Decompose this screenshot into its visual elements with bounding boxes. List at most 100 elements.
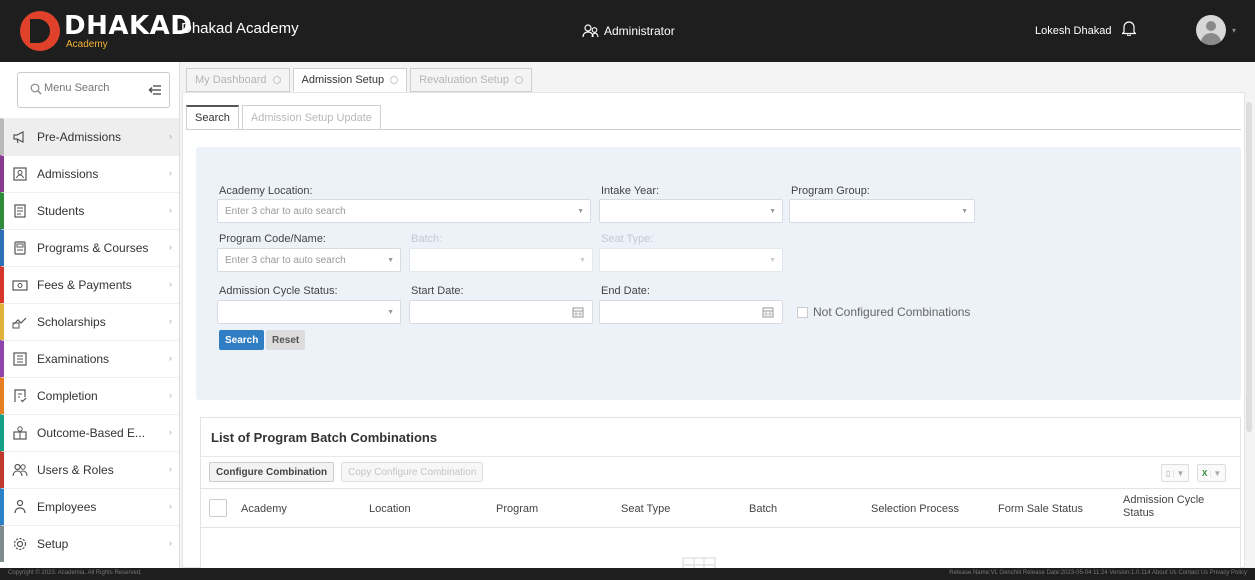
column-chooser-button[interactable]: ▯ | ▼ bbox=[1161, 464, 1190, 482]
column-header[interactable]: Seat Type bbox=[621, 503, 670, 515]
start-date-field[interactable] bbox=[409, 300, 593, 324]
program-code-field[interactable]: Enter 3 char to auto search ▼ bbox=[217, 248, 401, 272]
subtab-admission-setup-update[interactable]: Admission Setup Update bbox=[241, 105, 381, 130]
sidebar-item-label: Users & Roles bbox=[37, 463, 114, 477]
column-header[interactable]: Form Sale Status bbox=[998, 503, 1083, 515]
copyright: Copyright © 2023. Academia. All Rights R… bbox=[8, 570, 142, 576]
batch-select[interactable]: ▼ bbox=[409, 248, 593, 272]
checkbox-box[interactable] bbox=[797, 306, 808, 318]
user-name[interactable]: Lokesh Dhakad bbox=[1035, 25, 1111, 37]
role-switcher[interactable]: Administrator bbox=[582, 24, 675, 38]
calendar-icon[interactable] bbox=[762, 306, 774, 321]
calendar-icon[interactable] bbox=[572, 306, 584, 321]
subtab-search[interactable]: Search bbox=[186, 105, 239, 130]
sidebar-item-admission[interactable]: Admissions › bbox=[0, 155, 179, 192]
chevron-right-icon: › bbox=[169, 353, 172, 363]
completion-icon bbox=[10, 388, 30, 404]
employees-icon bbox=[10, 499, 30, 515]
end-date-field[interactable] bbox=[599, 300, 783, 324]
not-configured-checkbox[interactable]: Not Configured Combinations bbox=[797, 305, 970, 319]
logo[interactable]: DHAKAD Academy bbox=[20, 8, 192, 54]
tab-label: My Dashboard bbox=[195, 74, 267, 86]
sidebar-item-megaphone[interactable]: Pre-Admissions › bbox=[0, 118, 179, 155]
chevron-right-icon: › bbox=[169, 427, 172, 437]
chevron-right-icon: › bbox=[169, 464, 172, 474]
sidebar-item-label: Scholarships bbox=[37, 315, 106, 329]
scrollbar-thumb[interactable] bbox=[1246, 102, 1252, 432]
sidebar-item-program[interactable]: Programs & Courses › bbox=[0, 229, 179, 266]
chevron-down-icon: ▼ bbox=[1176, 468, 1185, 478]
chevron-down-icon: ▼ bbox=[577, 208, 584, 215]
list-title: List of Program Batch Combinations bbox=[211, 430, 438, 445]
logo-word: DHAKAD bbox=[64, 10, 193, 41]
sidebar-item-setup[interactable]: Setup › bbox=[0, 525, 179, 562]
sub-tabs: Search Admission Setup Update bbox=[186, 105, 384, 130]
start-date-label: Start Date: bbox=[411, 285, 464, 297]
intake-year-label: Intake Year: bbox=[601, 185, 660, 197]
column-header[interactable]: Program bbox=[496, 503, 538, 515]
academy-location-field[interactable]: Enter 3 char to auto search ▼ bbox=[217, 199, 591, 223]
chevron-down-icon: ▼ bbox=[387, 309, 394, 316]
select-all-checkbox[interactable] bbox=[209, 499, 227, 517]
chevron-right-icon: › bbox=[169, 205, 172, 215]
chevron-down-icon[interactable]: ▾ bbox=[1232, 26, 1236, 35]
seat-type-select[interactable]: ▼ bbox=[599, 248, 783, 272]
close-tab-icon[interactable] bbox=[390, 76, 399, 84]
exam-icon bbox=[10, 351, 30, 367]
tab-revaluation-setup[interactable]: Revaluation Setup bbox=[410, 68, 532, 92]
column-header[interactable]: Batch bbox=[749, 503, 777, 515]
column-header[interactable]: Admission Cycle Status bbox=[1123, 494, 1223, 520]
columns-icon: ▯ bbox=[1166, 468, 1171, 478]
program-group-select[interactable]: ▼ bbox=[789, 199, 975, 223]
column-header[interactable]: Location bbox=[369, 503, 411, 515]
sidebar-item-completion[interactable]: Completion › bbox=[0, 377, 179, 414]
configure-combination-button[interactable]: Configure Combination bbox=[209, 462, 335, 482]
menu-search-input[interactable] bbox=[44, 82, 140, 94]
sidebar-item-employees[interactable]: Employees › bbox=[0, 488, 179, 525]
column-header[interactable]: Selection Process bbox=[871, 503, 959, 515]
search-icon bbox=[30, 83, 42, 98]
table-header: Academy Location Program Seat Type Batch… bbox=[201, 488, 1240, 528]
chevron-right-icon: › bbox=[169, 242, 172, 252]
copy-configure-combination-button[interactable]: Copy Configure Combination bbox=[341, 462, 484, 482]
excel-icon: X bbox=[1202, 468, 1208, 478]
sidebar-item-label: Examinations bbox=[37, 352, 110, 366]
intake-year-select[interactable]: ▼ bbox=[599, 199, 783, 223]
scrollbar[interactable] bbox=[1245, 102, 1253, 568]
collapse-menu-icon[interactable] bbox=[148, 83, 162, 100]
megaphone-icon bbox=[10, 129, 30, 145]
bell-icon[interactable] bbox=[1121, 20, 1137, 39]
chevron-down-icon: ▼ bbox=[769, 257, 776, 264]
sidebar-item-label: Programs & Courses bbox=[37, 241, 149, 255]
sidebar-item-label: Fees & Payments bbox=[37, 278, 132, 292]
sidebar-item-label: Employees bbox=[37, 500, 97, 514]
admission-icon bbox=[10, 166, 30, 182]
avatar[interactable] bbox=[1196, 15, 1226, 45]
batch-label: Batch: bbox=[411, 233, 443, 245]
logo-subtitle: Academy bbox=[66, 38, 108, 50]
sidebar-item-label: Students bbox=[37, 204, 85, 218]
sidebar-nav: Pre-Admissions › Admissions › Students › Progr… bbox=[0, 118, 179, 562]
sidebar-item-scholarship[interactable]: Scholarships › bbox=[0, 303, 179, 340]
sidebar-item-outcome[interactable]: Outcome-Based E... › bbox=[0, 414, 179, 451]
sidebar-item-payment[interactable]: Fees & Payments › bbox=[0, 266, 179, 303]
close-tab-icon[interactable] bbox=[272, 76, 281, 84]
sidebar-item-student[interactable]: Students › bbox=[0, 192, 179, 229]
tab-my-dashboard[interactable]: My Dashboard bbox=[186, 68, 290, 92]
search-button[interactable]: Search bbox=[219, 330, 265, 350]
sidebar-item-exam[interactable]: Examinations › bbox=[0, 340, 179, 377]
cycle-status-select[interactable]: ▼ bbox=[217, 300, 401, 324]
column-header[interactable]: Academy bbox=[241, 503, 287, 515]
sidebar-item-label: Outcome-Based E... bbox=[37, 426, 146, 440]
academy-location-placeholder: Enter 3 char to auto search bbox=[225, 205, 346, 217]
release-info: Release Name:VL Genchill Release Date:20… bbox=[949, 570, 1247, 576]
chevron-right-icon: › bbox=[169, 538, 172, 548]
top-bar: DHAKAD Academy Dhakad Academy Administra… bbox=[0, 0, 1255, 62]
seat-type-label: Seat Type: bbox=[601, 233, 654, 245]
reset-button[interactable]: Reset bbox=[266, 330, 306, 350]
setup-icon bbox=[10, 536, 30, 552]
export-excel-button[interactable]: X | ▼ bbox=[1197, 464, 1227, 482]
sidebar-item-users[interactable]: Users & Roles › bbox=[0, 451, 179, 488]
close-tab-icon[interactable] bbox=[515, 76, 523, 84]
tab-admission-setup[interactable]: Admission Setup bbox=[292, 68, 408, 92]
